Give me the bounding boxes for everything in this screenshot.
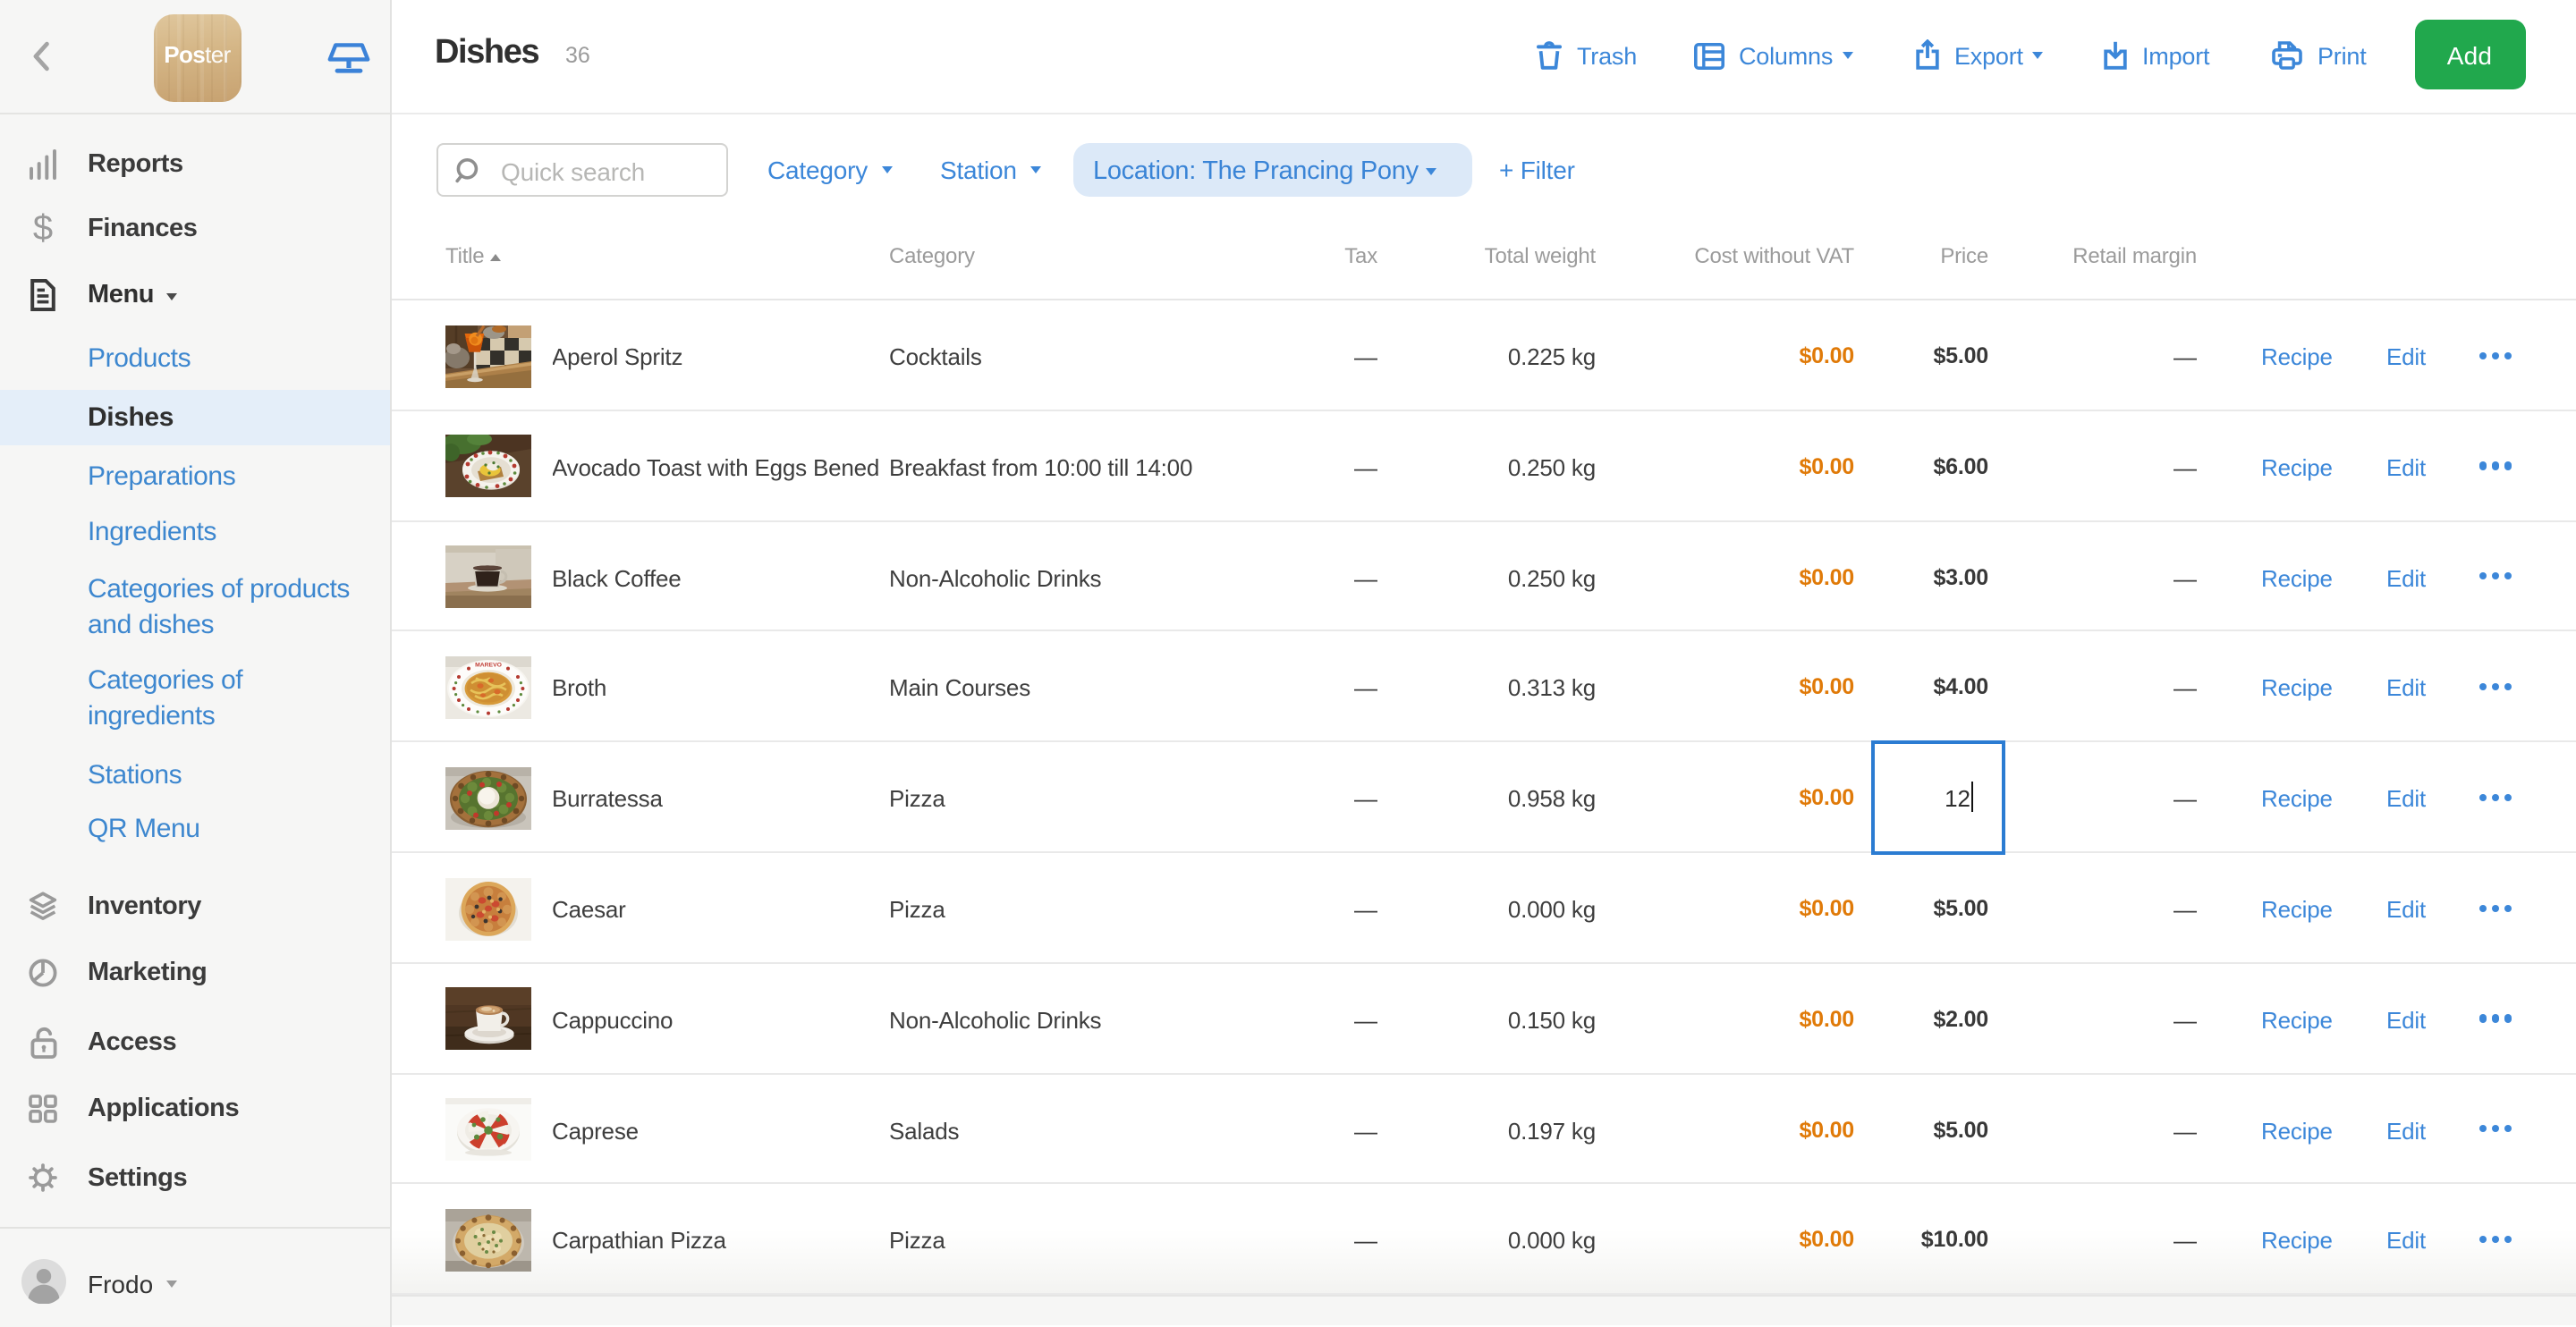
- svg-text:MAREVO: MAREVO: [475, 662, 502, 668]
